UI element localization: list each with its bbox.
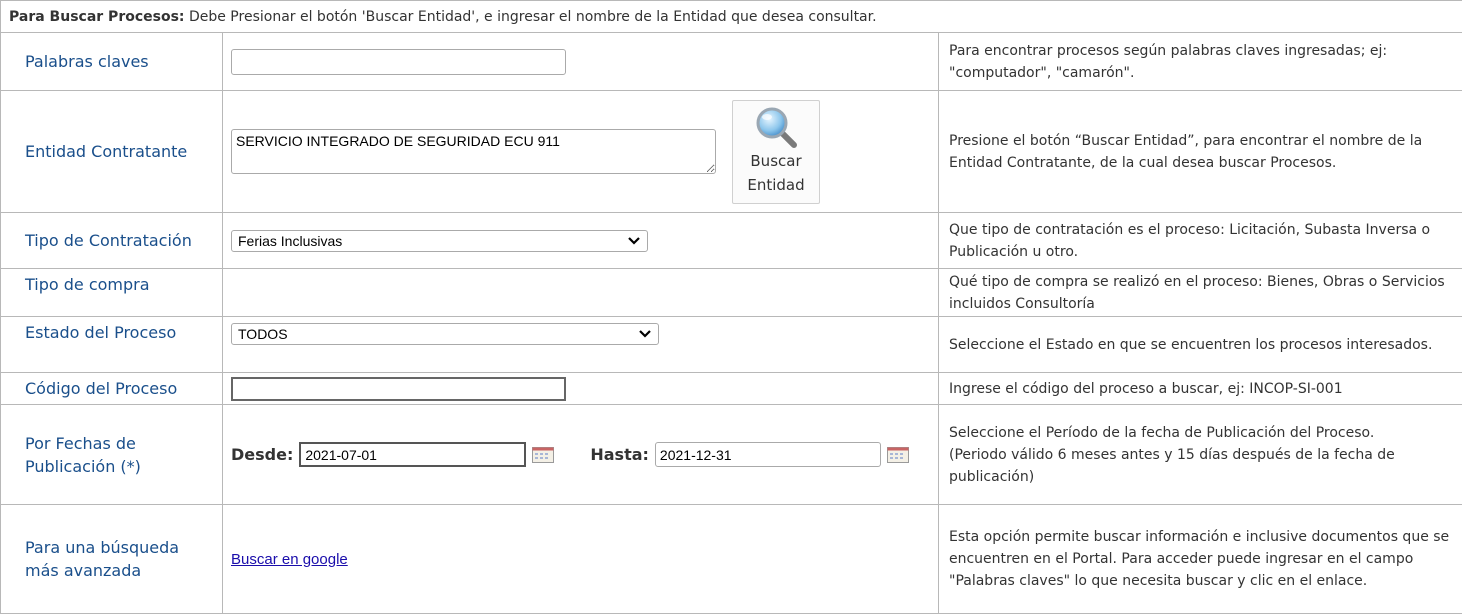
search-entity-button[interactable]: Buscar Entidad xyxy=(732,99,820,204)
process-code-input[interactable] xyxy=(231,376,566,401)
advanced-label: Para una búsqueda más avanzada xyxy=(0,504,223,614)
instructions-text: Debe Presionar el botón 'Buscar Entidad'… xyxy=(184,8,877,25)
magnifier-icon xyxy=(756,107,797,148)
keywords-help: Para encontrar procesos según palabras c… xyxy=(938,32,1462,91)
chevron-down-icon xyxy=(639,330,651,338)
search-entity-label-2: Entidad xyxy=(747,175,805,194)
status-help: Seleccione el Estado en que se encuentre… xyxy=(938,316,1462,373)
keywords-label: Palabras claves xyxy=(0,32,223,91)
status-label: Estado del Proceso xyxy=(0,316,223,373)
from-date-input[interactable] xyxy=(299,442,527,467)
purchase-type-help: Qué tipo de compra se realizó en el proc… xyxy=(938,268,1462,317)
contract-type-label: Tipo de Contratación xyxy=(0,212,223,269)
calendar-icon[interactable] xyxy=(532,446,555,463)
google-search-link[interactable]: Buscar en google xyxy=(231,551,348,568)
dates-help-line2: (Periodo válido 6 meses antes y 15 días … xyxy=(949,446,1395,485)
chevron-down-icon xyxy=(628,236,640,245)
contract-type-select[interactable]: Ferias Inclusivas xyxy=(231,229,648,252)
dates-label: Por Fechas de Publicación (*) xyxy=(0,404,223,505)
entity-help: Presione el botón “Buscar Entidad”, para… xyxy=(938,90,1462,213)
instructions-title: Para Buscar Procesos: xyxy=(9,8,185,25)
search-entity-label-1: Buscar xyxy=(750,151,802,170)
keywords-input[interactable] xyxy=(231,48,566,75)
advanced-help: Esta opción permite buscar información e… xyxy=(938,504,1462,614)
purchase-type-label: Tipo de compra xyxy=(0,268,223,317)
form-instructions: Para Buscar Procesos: Debe Presionar el … xyxy=(0,0,1462,33)
to-date-label: Hasta: xyxy=(590,445,649,464)
dates-help: Seleccione el Período de la fecha de Pub… xyxy=(938,404,1462,505)
search-form-table: Para Buscar Procesos: Debe Presionar el … xyxy=(0,0,1462,614)
contract-type-help: Que tipo de contratación es el proceso: … xyxy=(938,212,1462,269)
from-date-label: Desde: xyxy=(231,445,294,464)
entity-input[interactable]: SERVICIO INTEGRADO DE SEGURIDAD ECU 911 xyxy=(231,129,716,174)
entity-label: Entidad Contratante xyxy=(0,90,223,213)
calendar-icon[interactable] xyxy=(886,446,909,463)
to-date-input[interactable] xyxy=(654,442,881,467)
code-help: Ingrese el código del proceso a buscar, … xyxy=(938,372,1462,405)
status-select[interactable]: TODOS xyxy=(231,323,659,345)
dates-help-line1: Seleccione el Período de la fecha de Pub… xyxy=(949,424,1375,441)
contract-type-value: Ferias Inclusivas xyxy=(238,232,343,249)
code-label: Código del Proceso xyxy=(0,372,223,405)
status-value: TODOS xyxy=(238,326,288,342)
